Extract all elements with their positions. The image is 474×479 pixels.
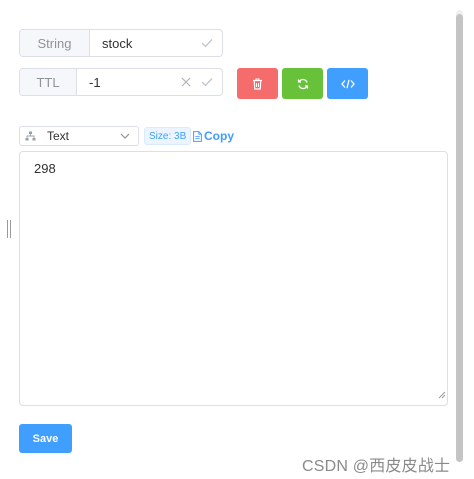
check-icon[interactable]: [201, 76, 213, 89]
close-icon[interactable]: [181, 76, 191, 89]
ttl-label: TTL: [20, 69, 77, 95]
key-name-field[interactable]: String stock: [19, 29, 223, 57]
document-icon: [193, 130, 202, 142]
code-icon: [340, 79, 355, 89]
format-select-value: Text: [47, 129, 70, 143]
chevron-down-icon: [120, 133, 130, 139]
value-content[interactable]: 298: [34, 161, 56, 176]
copy-button[interactable]: Copy: [193, 128, 234, 144]
ttl-field[interactable]: TTL -1: [19, 68, 223, 96]
check-icon[interactable]: [201, 37, 213, 50]
key-name-value[interactable]: stock: [90, 36, 201, 51]
value-textarea[interactable]: 298: [19, 151, 448, 406]
watermark: CSDN @西皮皮战士: [302, 458, 451, 475]
format-select[interactable]: Text: [19, 126, 139, 146]
key-detail-panel: String stock TTL -1 Text Size: 3B Copy 2…: [0, 0, 474, 479]
ttl-value[interactable]: -1: [77, 75, 181, 90]
tree-icon: [25, 131, 36, 141]
size-badge: Size: 3B: [144, 127, 192, 145]
panel-resize-handle[interactable]: [7, 220, 11, 238]
copy-label: Copy: [204, 129, 234, 143]
save-button[interactable]: Save: [19, 424, 72, 453]
scrollbar-thumb[interactable]: [456, 14, 463, 462]
code-button[interactable]: [327, 68, 368, 99]
resize-handle-icon[interactable]: [437, 386, 446, 404]
refresh-icon: [297, 78, 309, 90]
delete-button[interactable]: [237, 68, 278, 99]
refresh-button[interactable]: [282, 68, 323, 99]
key-type-label: String: [20, 30, 90, 56]
trash-icon: [252, 77, 263, 90]
